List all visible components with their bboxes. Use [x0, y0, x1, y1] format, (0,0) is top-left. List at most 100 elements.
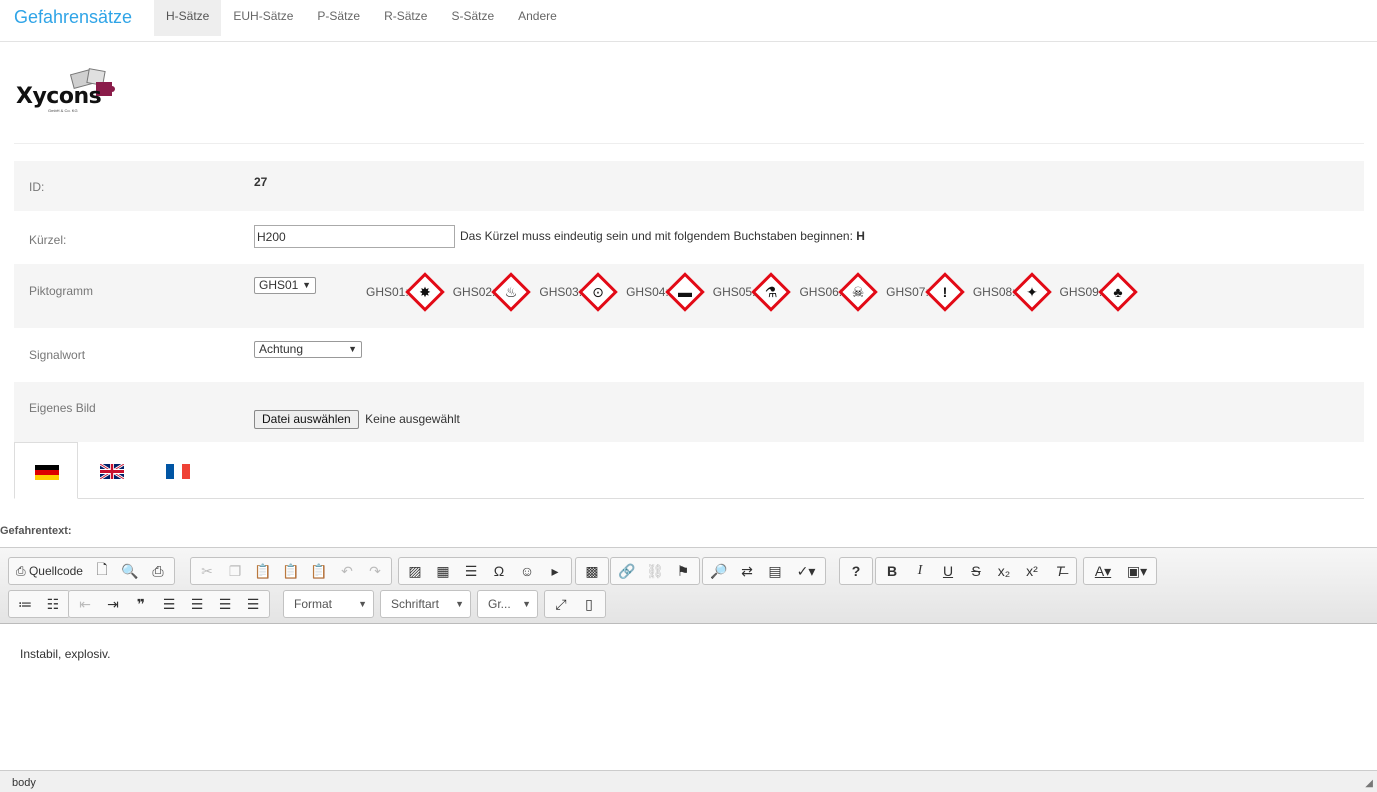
- text-color-icon[interactable]: A▾: [1086, 559, 1120, 583]
- page-break-icon[interactable]: ▸: [541, 559, 569, 583]
- size-label: Gr...: [488, 597, 511, 611]
- spellcheck-icon[interactable]: ✓▾: [789, 559, 823, 583]
- bold-icon[interactable]: B: [878, 559, 906, 583]
- smiley-icon[interactable]: ☺: [513, 559, 541, 583]
- image-icon[interactable]: ▨: [401, 559, 429, 583]
- qrcode-icon[interactable]: ▩: [578, 559, 606, 583]
- dropdown-arrow-icon: ▼: [358, 599, 367, 609]
- environment-icon[interactable]: ♣: [1098, 272, 1138, 312]
- paste-text-icon[interactable]: 📋: [277, 559, 305, 583]
- editor-content[interactable]: Instabil, explosiv.: [20, 647, 111, 661]
- find-icon[interactable]: 🔎: [705, 559, 733, 583]
- bg-color-icon[interactable]: ▣▾: [1120, 559, 1154, 583]
- toolbar-group-help: ?: [839, 557, 873, 585]
- undo-icon[interactable]: ↶: [333, 559, 361, 583]
- german-flag-icon: [35, 465, 59, 480]
- row-signalwort: Signalwort Achtung ▼: [14, 328, 1364, 382]
- indent-icon[interactable]: ⇥: [99, 592, 127, 616]
- flame-icon[interactable]: ♨: [491, 272, 532, 312]
- file-choose-button[interactable]: Datei auswählen: [254, 410, 359, 429]
- preview-icon[interactable]: 🔍: [116, 559, 144, 583]
- corrosion-icon[interactable]: ⚗: [751, 272, 792, 312]
- row-kuerzel: Kürzel: Das Kürzel muss eindeutig sein u…: [14, 211, 1364, 264]
- ghs-item: GHS08: ✦: [972, 272, 1054, 312]
- nav-euh-saetze[interactable]: EUH-Sätze: [221, 0, 305, 36]
- align-left-icon[interactable]: ☰: [155, 592, 183, 616]
- nav-p-saetze[interactable]: P-Sätze: [305, 0, 372, 36]
- copy-icon[interactable]: ❐: [221, 559, 249, 583]
- format-label: Format: [294, 597, 333, 611]
- special-char-icon[interactable]: Ω: [485, 559, 513, 583]
- show-blocks-icon[interactable]: ▯: [575, 592, 603, 616]
- piktogramm-select[interactable]: GHS01 ▼: [254, 277, 316, 294]
- ghs-item: GHS01: ✸: [366, 272, 447, 312]
- italic-icon[interactable]: I: [906, 559, 934, 583]
- ghs-label: GHS05:: [712, 285, 756, 299]
- replace-icon[interactable]: ⇄: [733, 559, 761, 583]
- strike-icon[interactable]: S: [962, 559, 990, 583]
- numbered-list-icon[interactable]: ≔: [11, 592, 39, 616]
- ghs-label: GHS09:: [1059, 285, 1103, 299]
- exclamation-icon[interactable]: !: [925, 272, 965, 312]
- horizontal-rule-icon[interactable]: ☰: [457, 559, 485, 583]
- nav-s-saetze[interactable]: S-Sätze: [439, 0, 506, 36]
- gefahrentext-label: Gefahrentext:: [0, 525, 72, 537]
- ghs-item: GHS07:!: [886, 272, 967, 312]
- align-right-icon[interactable]: ☰: [211, 592, 239, 616]
- nav-andere[interactable]: Andere: [506, 0, 569, 36]
- outdent-icon[interactable]: ⇤: [71, 592, 99, 616]
- element-path[interactable]: body: [12, 777, 36, 789]
- source-button[interactable]: ⎙ Quellcode: [11, 559, 88, 583]
- paste-word-icon[interactable]: 📋: [305, 559, 333, 583]
- anchor-icon[interactable]: ⚑: [669, 559, 697, 583]
- health-hazard-icon[interactable]: ✦: [1011, 272, 1052, 312]
- divider: [14, 143, 1364, 144]
- kuerzel-hint-text: Das Kürzel muss eindeutig sein und mit f…: [460, 229, 853, 243]
- skull-icon[interactable]: ☠: [838, 272, 878, 312]
- subscript-icon[interactable]: x₂: [990, 559, 1018, 583]
- kuerzel-control: Das Kürzel muss eindeutig sein und mit f…: [254, 225, 1154, 248]
- resize-handle-icon[interactable]: ◢: [1365, 778, 1373, 789]
- help-icon[interactable]: ?: [842, 559, 870, 583]
- kuerzel-input[interactable]: [254, 225, 455, 248]
- blockquote-icon[interactable]: ❞: [127, 592, 155, 616]
- bullet-list-icon[interactable]: ☷: [39, 592, 67, 616]
- nav-menu: H-Sätze EUH-Sätze P-Sätze R-Sätze S-Sätz…: [154, 0, 569, 36]
- link-icon[interactable]: 🔗: [613, 559, 641, 583]
- new-page-icon[interactable]: 🗋: [88, 559, 116, 583]
- signalwort-select[interactable]: Achtung ▼: [254, 341, 362, 358]
- ghs-item: GHS04: ▬: [626, 272, 707, 312]
- tab-de[interactable]: [14, 442, 78, 499]
- ghs-label: GHS04:: [626, 285, 669, 299]
- brand-link[interactable]: Gefahrensätze: [14, 6, 132, 28]
- size-combo[interactable]: Gr... ▼: [477, 590, 538, 618]
- select-all-icon[interactable]: ▤: [761, 559, 789, 583]
- font-combo[interactable]: Schriftart ▼: [380, 590, 471, 618]
- dropdown-arrow-icon: ▼: [455, 599, 464, 609]
- align-justify-icon[interactable]: ☰: [239, 592, 267, 616]
- flame-over-circle-icon[interactable]: ⊙: [578, 272, 618, 312]
- align-center-icon[interactable]: ☰: [183, 592, 211, 616]
- cut-icon[interactable]: ✂: [193, 559, 221, 583]
- format-combo[interactable]: Format ▼: [283, 590, 374, 618]
- ghs-label: GHS08:: [972, 285, 1016, 299]
- paste-icon[interactable]: 📋: [249, 559, 277, 583]
- unlink-icon[interactable]: ⛓: [641, 559, 669, 583]
- underline-icon[interactable]: U: [934, 559, 962, 583]
- tab-en[interactable]: [80, 442, 144, 499]
- redo-icon[interactable]: ↷: [361, 559, 389, 583]
- dropdown-arrow-icon: ▼: [522, 599, 531, 609]
- gas-cylinder-icon[interactable]: ▬: [664, 272, 705, 312]
- tab-fr[interactable]: [146, 442, 210, 499]
- superscript-icon[interactable]: x²: [1018, 559, 1046, 583]
- toolbar-group-indent: ⇤ ⇥ ❞ ☰ ☰ ☰ ☰: [68, 590, 270, 618]
- nav-h-saetze[interactable]: H-Sätze: [154, 0, 222, 36]
- table-icon[interactable]: ▦: [429, 559, 457, 583]
- explosive-icon[interactable]: ✸: [404, 272, 445, 312]
- row-piktogramm: Piktogramm GHS01 ▼ GHS01: ✸ GHS02: ♨ GHS03…: [14, 264, 1364, 328]
- row-id: ID: 27: [14, 161, 1364, 211]
- maximize-icon[interactable]: ⤢: [547, 592, 575, 616]
- print-icon[interactable]: ⎙: [144, 559, 172, 583]
- nav-r-saetze[interactable]: R-Sätze: [372, 0, 439, 36]
- remove-format-icon[interactable]: T̶: [1046, 559, 1074, 583]
